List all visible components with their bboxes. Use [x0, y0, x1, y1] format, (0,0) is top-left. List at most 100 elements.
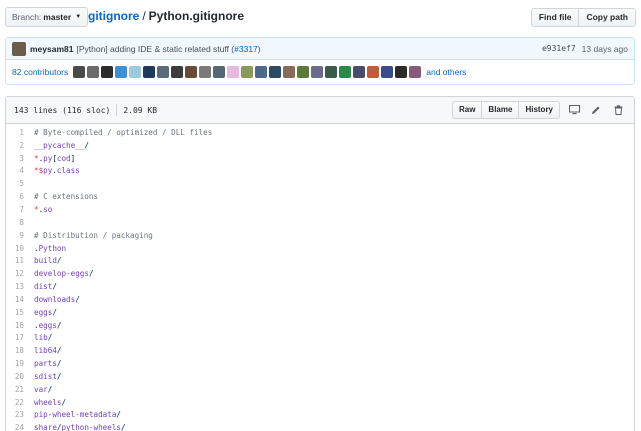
- commit-pr-link[interactable]: #3317: [234, 44, 258, 54]
- code-line: 11 build/: [6, 254, 634, 267]
- line-number[interactable]: 18: [6, 346, 34, 355]
- line-number[interactable]: 3: [6, 154, 34, 163]
- code-line: 19 parts/: [6, 357, 634, 370]
- line-content: lib/: [34, 333, 52, 342]
- contributor-avatar[interactable]: [227, 66, 240, 78]
- line-number[interactable]: 23: [6, 410, 34, 419]
- code-line: 20 sdist/: [6, 370, 634, 383]
- line-content: __pycache__/: [34, 141, 89, 150]
- contributor-avatar[interactable]: [213, 66, 226, 78]
- line-number[interactable]: 9: [6, 231, 34, 240]
- code-char: n: [61, 243, 67, 253]
- line-number[interactable]: 17: [6, 333, 34, 342]
- line-number[interactable]: 19: [6, 359, 34, 368]
- copy-path-button[interactable]: Copy path: [579, 8, 636, 27]
- line-number[interactable]: 11: [6, 256, 34, 265]
- code-line: 6 # C extensions: [6, 190, 634, 203]
- latest-commit-box: meysam81 [Python] adding IDE & static re…: [5, 37, 635, 85]
- line-number[interactable]: 22: [6, 398, 34, 407]
- trash-icon[interactable]: [610, 102, 626, 118]
- commit-time: 13 days ago: [581, 43, 628, 54]
- line-content: *.py[cod]: [34, 154, 75, 163]
- contributor-avatar[interactable]: [311, 66, 324, 78]
- code-char: /: [56, 371, 62, 381]
- code-line: 16 .eggs/: [6, 319, 634, 332]
- file-header: 143 lines (116 sloc) 2.09 KB Raw Blame H…: [6, 97, 634, 124]
- line-number[interactable]: 12: [6, 269, 34, 278]
- contributor-avatar[interactable]: [297, 66, 310, 78]
- line-number[interactable]: 24: [6, 423, 34, 431]
- code-line: 15 eggs/: [6, 306, 634, 319]
- contributor-avatar[interactable]: [395, 66, 408, 78]
- line-number[interactable]: 10: [6, 244, 34, 253]
- code-char: /: [120, 423, 126, 431]
- contributor-avatar[interactable]: [241, 66, 254, 78]
- find-file-button[interactable]: Find file: [530, 8, 580, 27]
- contributor-avatar[interactable]: [367, 66, 380, 78]
- line-content: downloads/: [34, 295, 80, 304]
- line-number[interactable]: 20: [6, 372, 34, 381]
- line-content: develop-eggs/: [34, 269, 94, 278]
- line-content: dist/: [34, 282, 57, 291]
- contributor-avatar[interactable]: [157, 66, 170, 78]
- line-number[interactable]: 7: [6, 205, 34, 214]
- contributor-avatar[interactable]: [339, 66, 352, 78]
- code-char: /: [52, 307, 57, 317]
- contributor-avatar[interactable]: [143, 66, 156, 78]
- file-lines-info: 143 lines (116 sloc): [14, 105, 111, 115]
- desktop-icon[interactable]: [566, 102, 582, 118]
- code-line: 14 downloads/: [6, 293, 634, 306]
- contributor-avatar[interactable]: [115, 66, 128, 78]
- line-number[interactable]: 5: [6, 179, 34, 188]
- contributor-avatar[interactable]: [255, 66, 268, 78]
- history-button[interactable]: History: [519, 101, 560, 119]
- contributor-avatar[interactable]: [171, 66, 184, 78]
- contributor-avatar[interactable]: [185, 66, 198, 78]
- line-number[interactable]: 1: [6, 128, 34, 137]
- line-number[interactable]: 21: [6, 385, 34, 394]
- contributor-avatar[interactable]: [101, 66, 114, 78]
- contributor-avatar[interactable]: [353, 66, 366, 78]
- code-line: 18 lib64/: [6, 344, 634, 357]
- line-number[interactable]: 8: [6, 218, 34, 227]
- code-char: /: [88, 269, 94, 279]
- branch-select-button[interactable]: Branch: master ▼: [5, 7, 89, 27]
- and-others-link[interactable]: and others: [426, 67, 466, 77]
- line-number[interactable]: 4: [6, 166, 34, 175]
- contributor-avatar[interactable]: [129, 66, 142, 78]
- line-number[interactable]: 14: [6, 295, 34, 304]
- line-content: wheels/: [34, 398, 66, 407]
- commit-message[interactable]: [Python] adding IDE & static related stu…: [76, 44, 260, 54]
- contributors-link[interactable]: 82 contributors: [12, 67, 68, 77]
- line-content: pip-wheel-metadata/: [34, 410, 121, 419]
- code-char: /: [56, 256, 62, 266]
- breadcrumb-separator: /: [142, 9, 146, 23]
- contributor-avatar[interactable]: [283, 66, 296, 78]
- commit-author-link[interactable]: meysam81: [30, 44, 73, 54]
- contributor-avatar[interactable]: [199, 66, 212, 78]
- line-number[interactable]: 13: [6, 282, 34, 291]
- line-number[interactable]: 2: [6, 141, 34, 150]
- breadcrumb-repo-link[interactable]: gitignore: [88, 9, 139, 23]
- raw-button[interactable]: Raw: [451, 101, 483, 119]
- file-size: 2.09 KB: [123, 105, 158, 115]
- line-number[interactable]: 16: [6, 321, 34, 330]
- pencil-icon[interactable]: [588, 102, 604, 118]
- contributor-avatar[interactable]: [381, 66, 394, 78]
- blame-button[interactable]: Blame: [482, 101, 520, 119]
- code-char: s: [75, 166, 80, 176]
- contributors-row: 82 contributors and others: [6, 60, 634, 84]
- line-number[interactable]: 15: [6, 308, 34, 317]
- author-avatar[interactable]: [12, 41, 26, 56]
- contributor-avatar[interactable]: [325, 66, 338, 78]
- line-number[interactable]: 6: [6, 192, 34, 201]
- trash-icon-svg: [614, 105, 622, 115]
- commit-sha-link[interactable]: e931ef7: [542, 44, 576, 54]
- line-content: share/python-wheels/: [34, 423, 126, 431]
- contributor-avatar[interactable]: [87, 66, 100, 78]
- contributor-avatar[interactable]: [73, 66, 86, 78]
- code-line: 9 # Distribution / packaging: [6, 229, 634, 242]
- top-actions: Find file Copy path: [530, 8, 636, 27]
- contributor-avatar[interactable]: [409, 66, 422, 78]
- contributor-avatar[interactable]: [269, 66, 282, 78]
